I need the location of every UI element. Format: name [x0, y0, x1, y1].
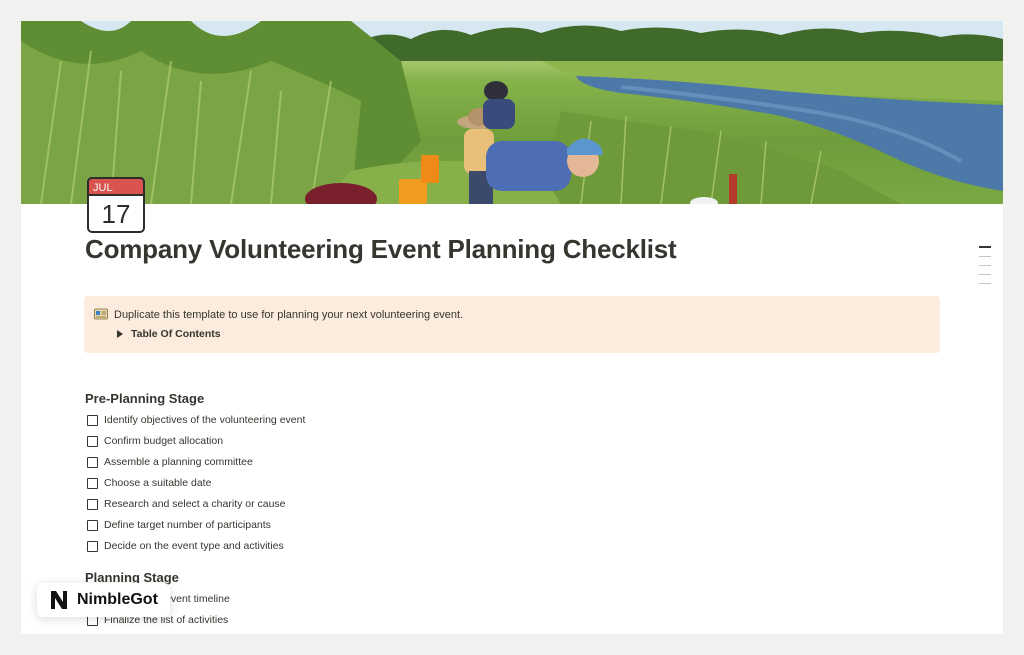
cover-image[interactable] — [21, 21, 1003, 204]
todo-checkbox[interactable] — [87, 435, 98, 447]
toggle-arrow-icon[interactable] — [117, 330, 123, 338]
todo-label[interactable]: Assemble a planning committee — [104, 456, 253, 468]
todo-label[interactable]: Research and select a charity or cause — [104, 498, 286, 510]
callout-text: Duplicate this template to use for plann… — [114, 309, 464, 321]
todo-label[interactable]: Identify objectives of the volunteering … — [104, 414, 305, 426]
todo-checkbox[interactable] — [87, 477, 98, 489]
todo-item: Confirm budget allocation — [87, 434, 223, 448]
calendar-month: JUL — [93, 182, 113, 194]
cover-photo-drawing — [21, 21, 1003, 204]
outline-mark[interactable] — [979, 265, 991, 266]
todo-checkbox[interactable] — [87, 456, 98, 468]
todo-checkbox[interactable] — [87, 519, 98, 531]
todo-label[interactable]: Decide on the event type and activities — [104, 540, 284, 552]
callout-block[interactable]: Duplicate this template to use for plann… — [84, 296, 940, 353]
nimblegot-n-logo-icon — [48, 589, 70, 611]
outline-mark[interactable] — [979, 283, 991, 284]
todo-label[interactable]: Choose a suitable date — [104, 477, 211, 489]
page-title[interactable]: Company Volunteering Event Planning Chec… — [85, 234, 677, 265]
todo-label[interactable]: Define target number of participants — [104, 519, 271, 531]
outline-mark-active[interactable] — [979, 246, 991, 248]
section-heading-pre-planning: Pre-Planning Stage — [85, 391, 205, 406]
todo-item: Choose a suitable date — [87, 476, 211, 490]
todo-item: Define target number of participants — [87, 518, 271, 532]
todo-item: Decide on the event type and activities — [87, 539, 284, 553]
page-outline-indicator[interactable] — [979, 246, 991, 292]
calendar-icon[interactable]: JUL 17 — [87, 176, 145, 234]
notion-page: JUL 17 Company Volunteering Event Planni… — [21, 21, 1003, 634]
outline-mark[interactable] — [979, 256, 991, 257]
calendar-day: 17 — [102, 199, 131, 229]
todo-label[interactable]: Confirm budget allocation — [104, 435, 223, 447]
todo-checkbox[interactable] — [87, 498, 98, 510]
card-index-icon — [94, 308, 108, 320]
todo-checkbox[interactable] — [87, 414, 98, 426]
badge-text: NimbleGot — [77, 591, 158, 608]
toggle-table-of-contents[interactable]: Table Of Contents — [117, 328, 221, 340]
toggle-label: Table Of Contents — [131, 328, 221, 340]
todo-item: Assemble a planning committee — [87, 455, 253, 469]
outline-mark[interactable] — [979, 274, 991, 275]
todo-item: Identify objectives of the volunteering … — [87, 413, 305, 427]
nimblegot-badge[interactable]: NimbleGot — [37, 583, 170, 617]
todo-item: Research and select a charity or cause — [87, 497, 286, 511]
todo-checkbox[interactable] — [87, 540, 98, 552]
